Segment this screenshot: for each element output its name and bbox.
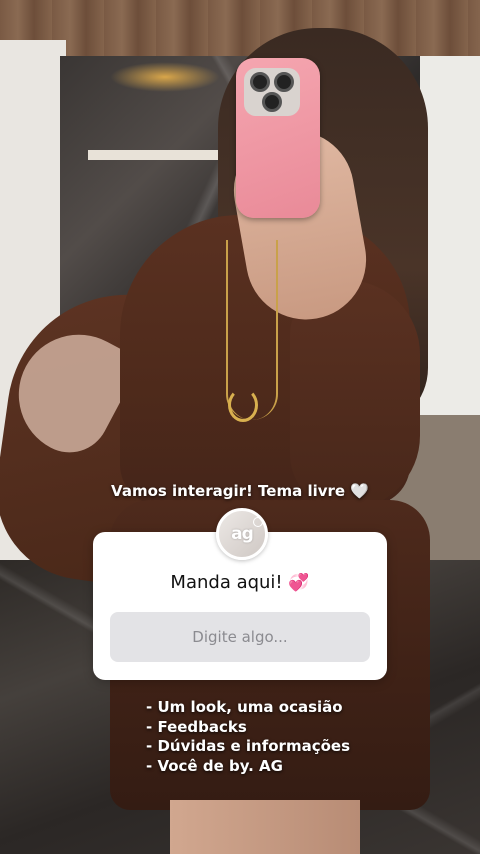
wood-wall-panel: [0, 0, 480, 62]
prompt-caption: Vamos interagir! Tema livre 🤍: [111, 482, 369, 500]
camera-lens: [262, 92, 282, 112]
phone-camera-module: [244, 68, 300, 116]
question-title-text: Manda aqui!: [170, 572, 283, 593]
topic-item: - Um look, uma ocasião: [146, 698, 343, 716]
topic-list: - Um look, uma ocasião - Feedbacks - Dúv…: [146, 698, 350, 776]
shelf-light: [110, 62, 220, 92]
hearts-emoji-icon: 💞: [288, 573, 310, 593]
moon-pendant: [228, 388, 258, 422]
topic-item: - Você de by. AG: [146, 756, 283, 775]
pink-phone: [236, 58, 320, 218]
topic-item: - Feedbacks: [146, 717, 247, 736]
avatar-ring-icon: [253, 517, 263, 527]
answer-input[interactable]: Digite algo...: [110, 612, 370, 662]
camera-lens: [250, 72, 270, 92]
white-cabinet-right: [420, 56, 480, 416]
avatar: ag: [216, 508, 268, 560]
legs: [170, 800, 360, 854]
topic-item: - Dúvidas e informações: [146, 737, 351, 755]
question-title: Manda aqui! 💞: [93, 572, 387, 593]
camera-lens: [274, 72, 294, 92]
avatar-initials: ag: [231, 524, 254, 544]
